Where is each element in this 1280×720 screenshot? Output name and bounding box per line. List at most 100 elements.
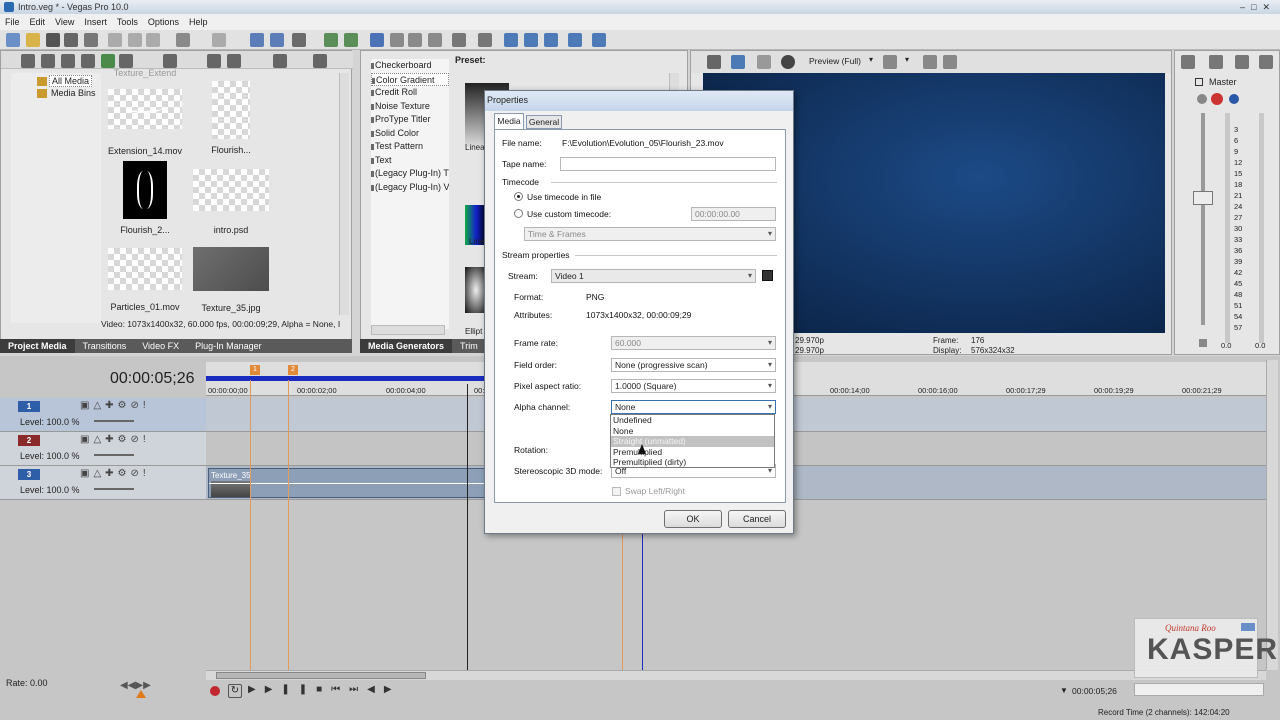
timeline-vscrollbar[interactable]: [1266, 360, 1278, 670]
generator-item[interactable]: ProType Titler: [371, 113, 449, 127]
track-controls[interactable]: ▣△✚⚙⊘!: [80, 468, 150, 479]
generator-item[interactable]: Test Pattern: [371, 140, 449, 154]
paste-icon[interactable]: [146, 33, 160, 47]
generator-item-selected[interactable]: Color Gradient: [371, 72, 449, 86]
import-media-icon[interactable]: [21, 54, 35, 68]
level-slider[interactable]: [94, 420, 134, 422]
loop-playback-button[interactable]: ↻: [228, 684, 242, 698]
save-snapshot-icon[interactable]: [943, 55, 957, 69]
selection-tool-icon[interactable]: [408, 33, 422, 47]
save-icon[interactable]: [46, 33, 60, 47]
tab-general[interactable]: General: [526, 115, 562, 129]
loop-region-bar[interactable]: [206, 376, 486, 381]
render-icon[interactable]: [568, 33, 582, 47]
marker-2[interactable]: 2: [288, 365, 298, 375]
menu-options[interactable]: Options: [143, 14, 184, 30]
ok-button[interactable]: OK: [664, 510, 722, 528]
fx-chain-icon[interactable]: [1211, 93, 1223, 105]
menu-help[interactable]: Help: [184, 14, 213, 30]
trim-icon[interactable]: [478, 33, 492, 47]
undo-icon[interactable]: [176, 33, 190, 47]
generator-hscrollbar[interactable]: [371, 325, 445, 335]
master-checkbox[interactable]: [1195, 78, 1203, 86]
open-icon[interactable]: [26, 33, 40, 47]
transport-buttons[interactable]: ▶▶❚❚■⏮⏭◀▶: [248, 684, 401, 695]
menu-view[interactable]: View: [50, 14, 79, 30]
cut-icon[interactable]: [108, 33, 122, 47]
media-item[interactable]: Texture_35.jpg: [191, 247, 271, 313]
zoom-tool-icon[interactable]: [428, 33, 442, 47]
copy-snapshot-icon[interactable]: [923, 55, 937, 69]
rate-handle-icon[interactable]: [136, 690, 146, 698]
menu-tools[interactable]: Tools: [112, 14, 143, 30]
autoripple-icon[interactable]: [270, 33, 284, 47]
tab-trimmer[interactable]: Trim: [452, 339, 486, 353]
bypass-fx-icon[interactable]: [1229, 94, 1239, 104]
media-item[interactable]: intro.psd: [191, 169, 271, 235]
time-format-select[interactable]: Time & Frames: [524, 227, 776, 241]
custom-timecode-input[interactable]: 00:00:00.00: [691, 207, 776, 221]
new-icon[interactable]: [6, 33, 20, 47]
remove-media-icon[interactable]: [81, 54, 95, 68]
media-item[interactable]: Flourish_2...: [105, 161, 185, 235]
generator-item[interactable]: Noise Texture: [371, 100, 449, 114]
level-slider[interactable]: [94, 488, 134, 490]
track-controls[interactable]: ▣△✚⚙⊘!: [80, 400, 150, 411]
cancel-button[interactable]: Cancel: [728, 510, 786, 528]
alpha-channel-select[interactable]: None: [611, 400, 776, 414]
save-as-icon[interactable]: [64, 33, 78, 47]
generator-item[interactable]: Text: [371, 154, 449, 168]
use-custom-timecode-radio[interactable]: [514, 209, 523, 218]
generator-item[interactable]: Credit Roll: [371, 86, 449, 100]
media-item[interactable]: Flourish...: [193, 81, 269, 155]
menu-insert[interactable]: Insert: [79, 14, 112, 30]
split-icon[interactable]: [452, 33, 466, 47]
properties-icon[interactable]: [84, 33, 98, 47]
menu-edit[interactable]: Edit: [25, 14, 51, 30]
media-fx-icon[interactable]: [101, 54, 115, 68]
track-header-2[interactable]: 2 ▣△✚⚙⊘! Level: 100.0 %: [0, 432, 206, 466]
tab-media-generators[interactable]: Media Generators: [360, 339, 453, 353]
cursor-icon[interactable]: [344, 33, 358, 47]
envelope-tool-icon[interactable]: [390, 33, 404, 47]
explorer-icon[interactable]: [592, 33, 606, 47]
capture-icon[interactable]: [41, 54, 55, 68]
tape-name-input[interactable]: [560, 157, 776, 171]
chevron-down-icon[interactable]: ▾: [905, 55, 909, 64]
marker-1[interactable]: 1: [250, 365, 260, 375]
generator-item[interactable]: (Legacy Plug-In) T: [371, 167, 449, 181]
tab-project-media[interactable]: Project Media: [0, 339, 75, 353]
alpha-option[interactable]: Premultiplied: [611, 447, 774, 458]
use-file-timecode-radio[interactable]: [514, 192, 523, 201]
tree-media-bins[interactable]: Media Bins: [51, 88, 96, 98]
auto-preview-icon[interactable]: [207, 54, 221, 68]
normal-edit-tool-icon[interactable]: [370, 33, 384, 47]
fx-icon[interactable]: [757, 55, 771, 69]
chevron-down-icon[interactable]: ▾: [869, 55, 873, 64]
window-controls[interactable]: –□✕: [1240, 0, 1276, 14]
tree-all-media[interactable]: All Media: [49, 75, 93, 87]
alpha-option-highlighted[interactable]: Straight (unmatted): [611, 436, 774, 447]
views-icon[interactable]: [273, 54, 287, 68]
bypass-icon[interactable]: [1259, 55, 1273, 69]
field-order-select[interactable]: None (progressive scan): [611, 358, 776, 372]
pixel-aspect-select[interactable]: 1.0000 (Square): [611, 379, 776, 393]
split-screen-icon[interactable]: [781, 55, 795, 69]
lock-icon[interactable]: [1199, 339, 1207, 347]
hscroll-thumb[interactable]: [216, 672, 426, 679]
level-slider[interactable]: [94, 454, 134, 456]
project-properties-icon[interactable]: [707, 55, 721, 69]
fx-icon[interactable]: [1197, 94, 1207, 104]
stream-select[interactable]: Video 1: [551, 269, 756, 283]
generator-item[interactable]: Checkerboard: [371, 59, 449, 73]
tab-media[interactable]: Media: [494, 113, 524, 129]
mute-icon[interactable]: [1209, 55, 1223, 69]
frame-rate-select[interactable]: 60.000: [611, 336, 776, 350]
record-button[interactable]: [210, 686, 220, 696]
insert-region-icon[interactable]: [544, 33, 558, 47]
menu-file[interactable]: File: [0, 14, 25, 30]
media-item[interactable]: Particles_01.mov: [105, 248, 185, 312]
solo-icon[interactable]: [1235, 55, 1249, 69]
media-tags-icon[interactable]: [163, 54, 177, 68]
search-icon[interactable]: [313, 54, 327, 68]
